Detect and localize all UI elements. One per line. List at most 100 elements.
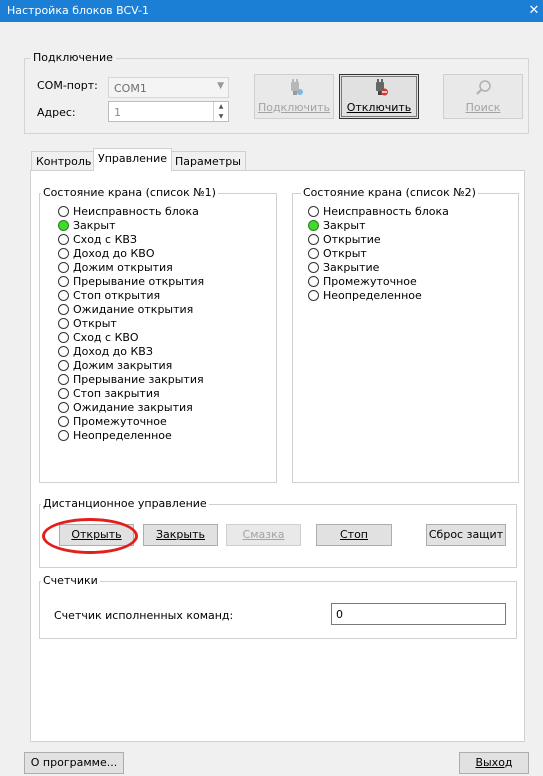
tab-parameters[interactable]: Параметры xyxy=(170,151,246,171)
state-item: Неисправность блока xyxy=(57,205,204,219)
plug-icon xyxy=(291,79,303,95)
tab-page-management: Состояние крана (список №1) Неисправност… xyxy=(30,170,525,742)
state-item-label: Неопределенное xyxy=(73,429,172,442)
state-item: Дожим закрытия xyxy=(57,359,204,373)
state-item-label: Промежуточное xyxy=(323,275,417,288)
state-item: Стоп открытия xyxy=(57,289,204,303)
close-icon[interactable]: ✕ xyxy=(527,1,541,21)
com-port-select[interactable]: COM1 ▼ xyxy=(108,77,229,98)
state-item: Закрыт xyxy=(57,219,204,233)
state-item-label: Прерывание открытия xyxy=(73,275,205,288)
state-item-label: Промежуточное xyxy=(73,415,167,428)
stop-button[interactable]: Стоп xyxy=(316,524,392,546)
indicator-off-icon xyxy=(58,346,69,357)
connect-button[interactable]: Подключить xyxy=(254,74,334,119)
exit-button[interactable]: Выход xyxy=(459,752,529,774)
state-item-label: Стоп открытия xyxy=(73,289,161,302)
indicator-off-icon xyxy=(58,402,69,413)
indicator-off-icon xyxy=(58,248,69,259)
indicator-off-icon xyxy=(58,374,69,385)
about-button[interactable]: О программе... xyxy=(24,752,124,774)
about-label: О программе... xyxy=(30,756,118,769)
state-item: Ожидание закрытия xyxy=(57,401,204,415)
indicator-off-icon xyxy=(58,262,69,273)
address-label: Адрес: xyxy=(37,106,76,119)
state-item-label: Дожим открытия xyxy=(73,261,173,274)
state-list-2-legend: Состояние крана (список №2) xyxy=(301,186,478,199)
close-button[interactable]: Закрыть xyxy=(143,524,218,546)
state-item-label: Сход с КВЗ xyxy=(73,233,137,246)
executed-commands-field[interactable]: 0 xyxy=(331,603,506,625)
search-button[interactable]: Поиск xyxy=(443,74,523,119)
indicator-off-icon xyxy=(58,318,69,329)
state-item-label: Открытие xyxy=(323,233,381,246)
state-item: Сход с КВО xyxy=(57,331,204,345)
indicator-off-icon xyxy=(58,290,69,301)
indicator-off-icon xyxy=(58,304,69,315)
disconnect-label: Отключить xyxy=(346,101,412,114)
state-item-label: Открыт xyxy=(323,247,367,260)
indicator-off-icon xyxy=(58,430,69,441)
arrow-down-icon[interactable]: ▼ xyxy=(214,112,228,122)
state-item-label: Открыт xyxy=(73,317,117,330)
reset-protection-button[interactable]: Сброс защит xyxy=(426,524,506,546)
state-item-label: Закрытие xyxy=(323,261,380,274)
indicator-off-icon xyxy=(308,290,319,301)
indicator-off-icon xyxy=(308,262,319,273)
state-item-label: Ожидание открытия xyxy=(73,303,194,316)
address-stepper[interactable]: 1 ▲ ▼ xyxy=(108,101,229,122)
search-label: Поиск xyxy=(465,101,501,114)
indicator-off-icon xyxy=(58,332,69,343)
counters-legend: Счетчики xyxy=(41,574,100,587)
state-item: Закрыт xyxy=(307,219,449,233)
executed-commands-label: Счетчик исполненных команд: xyxy=(54,609,234,622)
state-item-label: Ожидание закрытия xyxy=(73,401,193,414)
state-item-label: Неисправность блока xyxy=(323,205,449,218)
tab-management[interactable]: Управление xyxy=(93,148,173,171)
state-item: Дожим открытия xyxy=(57,261,204,275)
remote-control-legend: Дистанционное управление xyxy=(41,497,209,510)
arrow-up-icon[interactable]: ▲ xyxy=(214,102,228,112)
indicator-on-icon xyxy=(308,220,319,231)
chevron-down-icon: ▼ xyxy=(217,81,224,91)
state-item-label: Неопределенное xyxy=(323,289,422,302)
close-label: Закрыть xyxy=(156,528,205,541)
indicator-off-icon xyxy=(58,276,69,287)
indicator-off-icon xyxy=(58,388,69,399)
indicator-off-icon xyxy=(308,206,319,217)
connect-label: Подключить xyxy=(257,101,331,114)
indicator-off-icon xyxy=(58,234,69,245)
state-item: Прерывание закрытия xyxy=(57,373,204,387)
state-list-1: Неисправность блока Закрыт Сход с КВЗ Доход… xyxy=(57,205,204,443)
disconnect-button[interactable]: Отключить xyxy=(339,74,419,119)
tab-control[interactable]: Контроль xyxy=(31,151,97,171)
state-item-label: Сход с КВО xyxy=(73,331,139,344)
com-port-value: COM1 xyxy=(114,82,147,95)
state-item: Неопределенное xyxy=(307,289,449,303)
state-item-label: Прерывание закрытия xyxy=(73,373,204,386)
state-item: Стоп закрытия xyxy=(57,387,204,401)
state-item: Сход с КВЗ xyxy=(57,233,204,247)
state-item: Открыт xyxy=(57,317,204,331)
state-item-label: Закрыт xyxy=(73,219,116,232)
indicator-on-icon xyxy=(58,220,69,231)
state-item-label: Закрыт xyxy=(323,219,366,232)
title-bar[interactable]: Настройка блоков BCV-1 ✕ xyxy=(0,0,543,22)
com-port-label: COM-порт: xyxy=(37,79,98,92)
highlight-circle xyxy=(42,518,138,554)
state-item: Ожидание открытия xyxy=(57,303,204,317)
state-item: Доход до КВЗ xyxy=(57,345,204,359)
stepper-arrows[interactable]: ▲ ▼ xyxy=(213,102,228,121)
state-item: Неисправность блока xyxy=(307,205,449,219)
state-item: Промежуточное xyxy=(307,275,449,289)
state-list-1-legend: Состояние крана (список №1) xyxy=(41,186,218,199)
state-item: Открытие xyxy=(307,233,449,247)
indicator-off-icon xyxy=(308,234,319,245)
indicator-off-icon xyxy=(308,276,319,287)
indicator-off-icon xyxy=(308,248,319,259)
window-title: Настройка блоков BCV-1 xyxy=(7,4,149,17)
state-item-label: Доход до КВЗ xyxy=(73,345,153,358)
exit-label: Выход xyxy=(475,756,513,769)
indicator-off-icon xyxy=(58,360,69,371)
lubrication-button[interactable]: Смазка xyxy=(226,524,301,546)
